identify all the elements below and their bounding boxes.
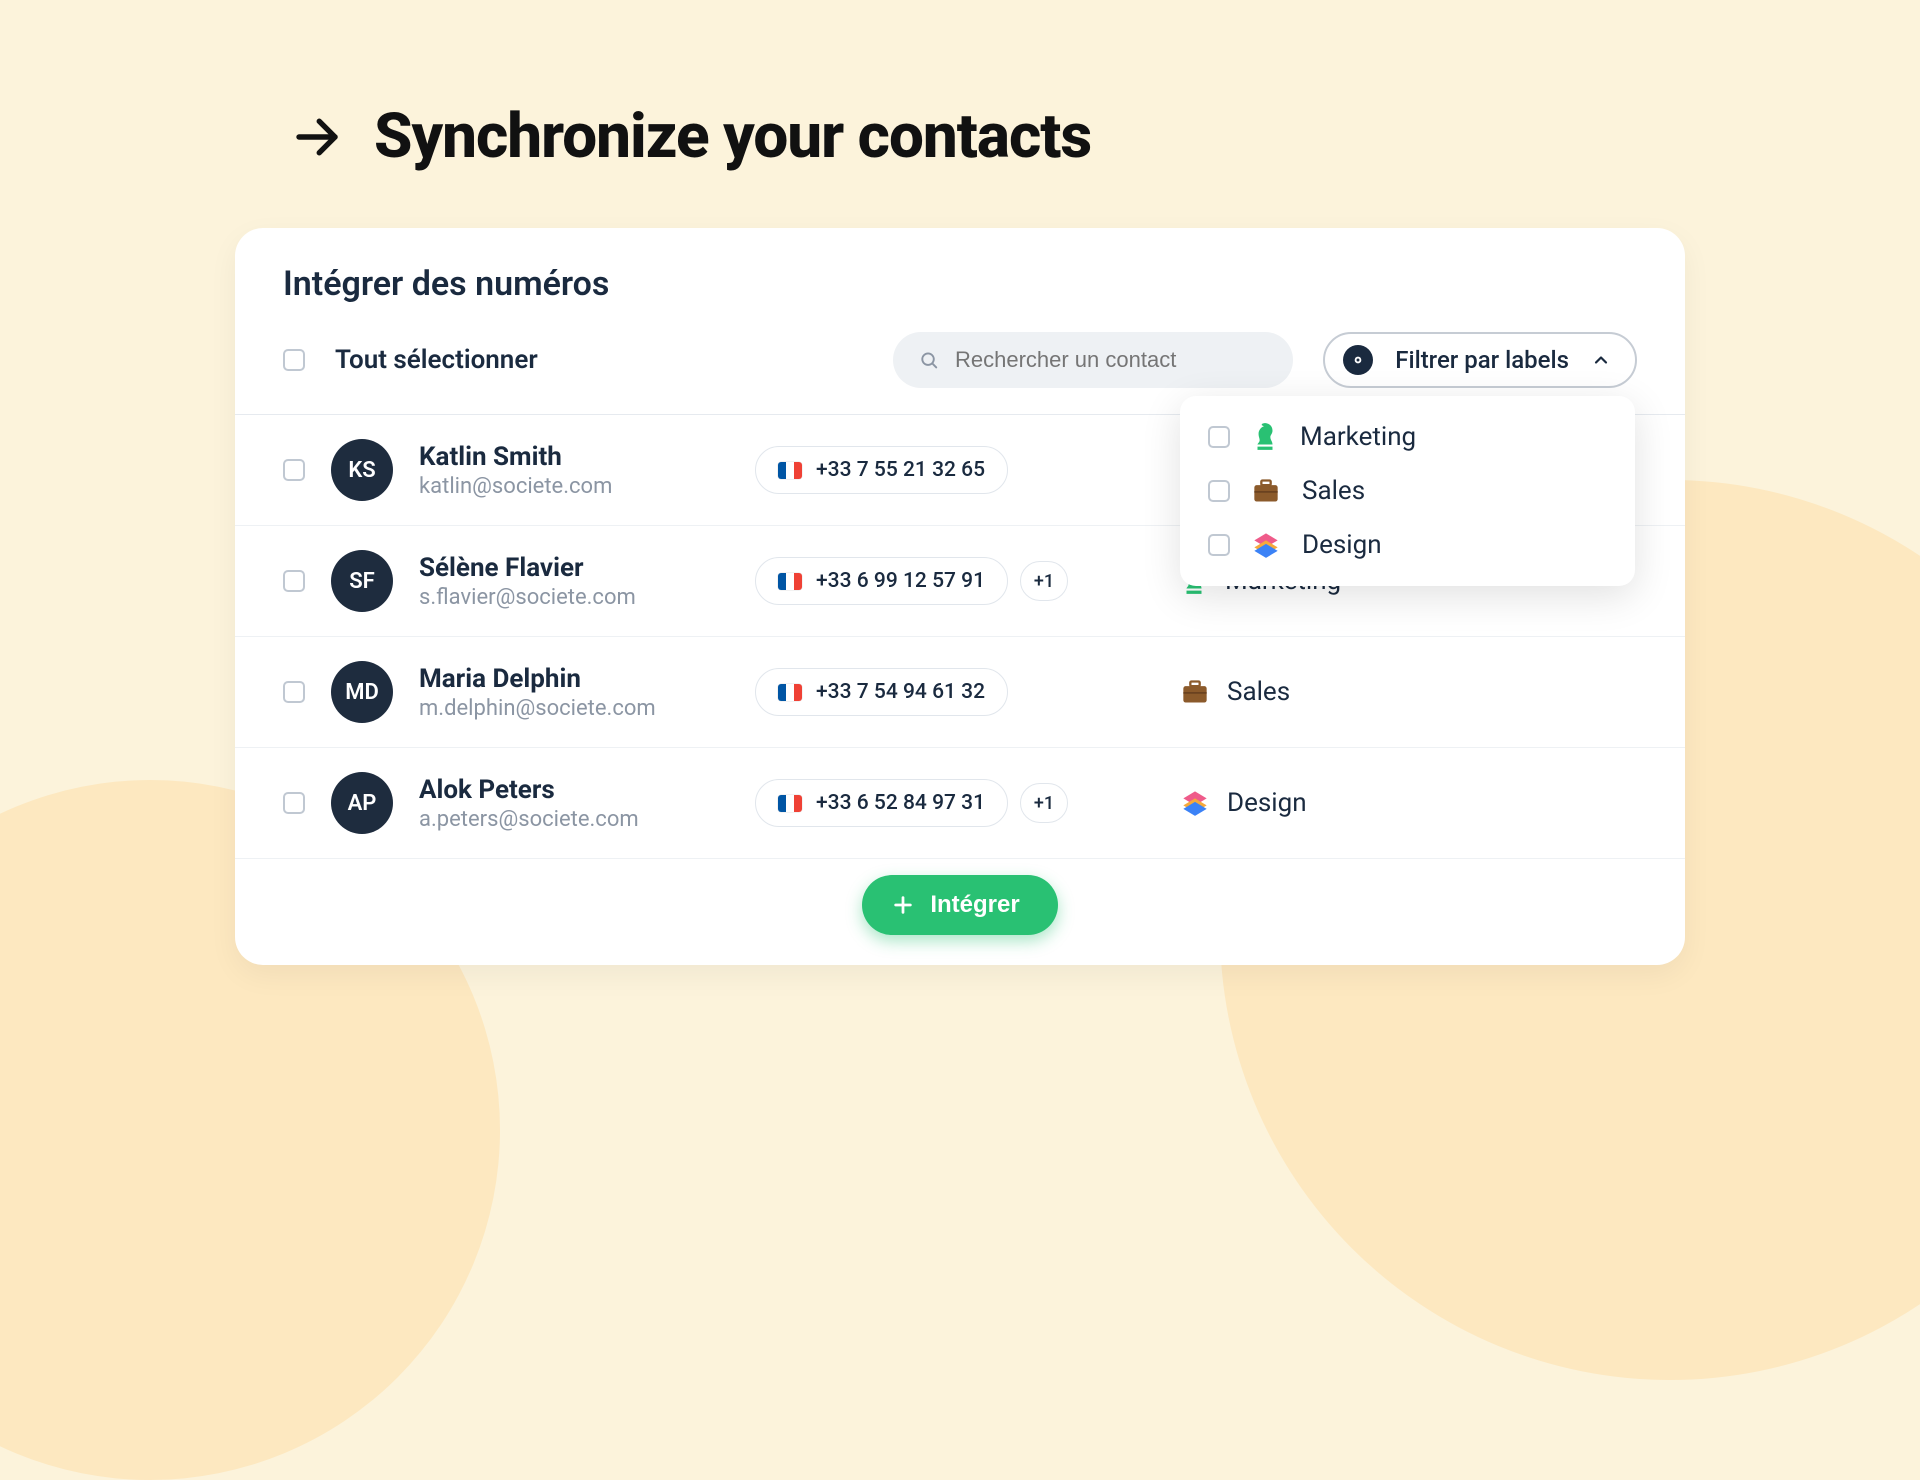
phone-number: +33 6 52 84 97 31 — [816, 791, 985, 815]
layers-icon — [1181, 789, 1209, 817]
contact-email: m.delphin@societe.com — [419, 696, 729, 721]
contact-name: Maria Delphin — [419, 664, 729, 694]
tag-cell: Design — [1181, 788, 1307, 818]
more-phones-badge[interactable]: +1 — [1020, 783, 1068, 823]
page-title: Synchronize your contacts — [374, 100, 1091, 173]
tag-cell: Sales — [1181, 677, 1290, 707]
avatar: SF — [331, 550, 393, 612]
flag-france-icon — [778, 462, 802, 479]
chess-knight-icon — [1252, 422, 1278, 452]
filter-option-checkbox[interactable] — [1208, 480, 1230, 502]
contact-email: s.flavier@societe.com — [419, 585, 729, 610]
flag-france-icon — [778, 795, 802, 812]
search-input[interactable] — [955, 347, 1267, 373]
contact-name: Alok Peters — [419, 775, 729, 805]
filter-option-marketing[interactable]: Marketing — [1180, 410, 1635, 464]
more-phones-badge[interactable]: +1 — [1020, 561, 1068, 601]
flag-france-icon — [778, 573, 802, 590]
select-all-label: Tout sélectionner — [335, 345, 538, 375]
flag-france-icon — [778, 684, 802, 701]
contact-identity: Alok Peters a.peters@societe.com — [419, 775, 729, 832]
contact-email: a.peters@societe.com — [419, 807, 729, 832]
phone-pill[interactable]: +33 6 52 84 97 31 — [755, 779, 1008, 827]
phone-pill[interactable]: +33 7 55 21 32 65 — [755, 446, 1008, 494]
search-icon — [919, 349, 939, 371]
phone-number: +33 7 54 94 61 32 — [816, 680, 985, 704]
toolbar: Tout sélectionner Filtrer par labels Mar… — [235, 332, 1685, 415]
tag-label: Sales — [1227, 677, 1290, 707]
filter-button[interactable]: Filtrer par labels Marketing Sales — [1323, 332, 1637, 388]
avatar: KS — [331, 439, 393, 501]
row-checkbox[interactable] — [283, 681, 305, 703]
avatar: MD — [331, 661, 393, 723]
phone-number: +33 7 55 21 32 65 — [816, 458, 985, 482]
tag-label: Design — [1227, 788, 1307, 818]
phone-cell: +33 6 52 84 97 31 +1 — [755, 779, 1155, 827]
integrate-button[interactable]: Intégrer — [862, 875, 1057, 935]
contact-identity: Maria Delphin m.delphin@societe.com — [419, 664, 729, 721]
layers-icon — [1252, 531, 1280, 559]
contact-row: AP Alok Peters a.peters@societe.com +33 … — [235, 748, 1685, 859]
filter-option-design[interactable]: Design — [1180, 518, 1635, 572]
search-field[interactable] — [893, 332, 1293, 388]
contact-identity: Katlin Smith katlin@societe.com — [419, 442, 729, 499]
row-checkbox[interactable] — [283, 570, 305, 592]
filter-option-checkbox[interactable] — [1208, 426, 1230, 448]
row-checkbox[interactable] — [283, 459, 305, 481]
filter-label: Filtrer par labels — [1395, 346, 1569, 374]
filter-option-label: Sales — [1302, 476, 1365, 506]
avatar: AP — [331, 772, 393, 834]
cta-label: Intégrer — [930, 891, 1019, 919]
filter-dropdown: Marketing Sales Design — [1180, 396, 1635, 586]
plus-icon — [892, 894, 914, 916]
cta-row: Intégrer — [235, 859, 1685, 935]
contact-email: katlin@societe.com — [419, 474, 729, 499]
contact-identity: Sélène Flavier s.flavier@societe.com — [419, 553, 729, 610]
row-checkbox[interactable] — [283, 792, 305, 814]
phone-cell: +33 7 54 94 61 32 — [755, 668, 1155, 716]
contact-name: Katlin Smith — [419, 442, 729, 472]
phone-pill[interactable]: +33 6 99 12 57 91 — [755, 557, 1008, 605]
arrow-right-icon — [290, 110, 344, 164]
contact-name: Sélène Flavier — [419, 553, 729, 583]
tag-icon — [1343, 345, 1373, 375]
contacts-card: Intégrer des numéros Tout sélectionner F… — [235, 228, 1685, 965]
filter-option-label: Design — [1302, 530, 1382, 560]
phone-cell: +33 7 55 21 32 65 — [755, 446, 1155, 494]
chevron-up-icon — [1591, 350, 1611, 370]
briefcase-icon — [1181, 679, 1209, 705]
filter-option-sales[interactable]: Sales — [1180, 464, 1635, 518]
briefcase-icon — [1252, 478, 1280, 504]
filter-option-label: Marketing — [1300, 422, 1416, 452]
phone-pill[interactable]: +33 7 54 94 61 32 — [755, 668, 1008, 716]
card-title: Intégrer des numéros — [235, 264, 1685, 332]
page-heading-row: Synchronize your contacts — [290, 100, 1685, 173]
contact-row: MD Maria Delphin m.delphin@societe.com +… — [235, 637, 1685, 748]
phone-number: +33 6 99 12 57 91 — [816, 569, 985, 593]
phone-cell: +33 6 99 12 57 91 +1 — [755, 557, 1155, 605]
filter-option-checkbox[interactable] — [1208, 534, 1230, 556]
select-all-checkbox[interactable] — [283, 349, 305, 371]
